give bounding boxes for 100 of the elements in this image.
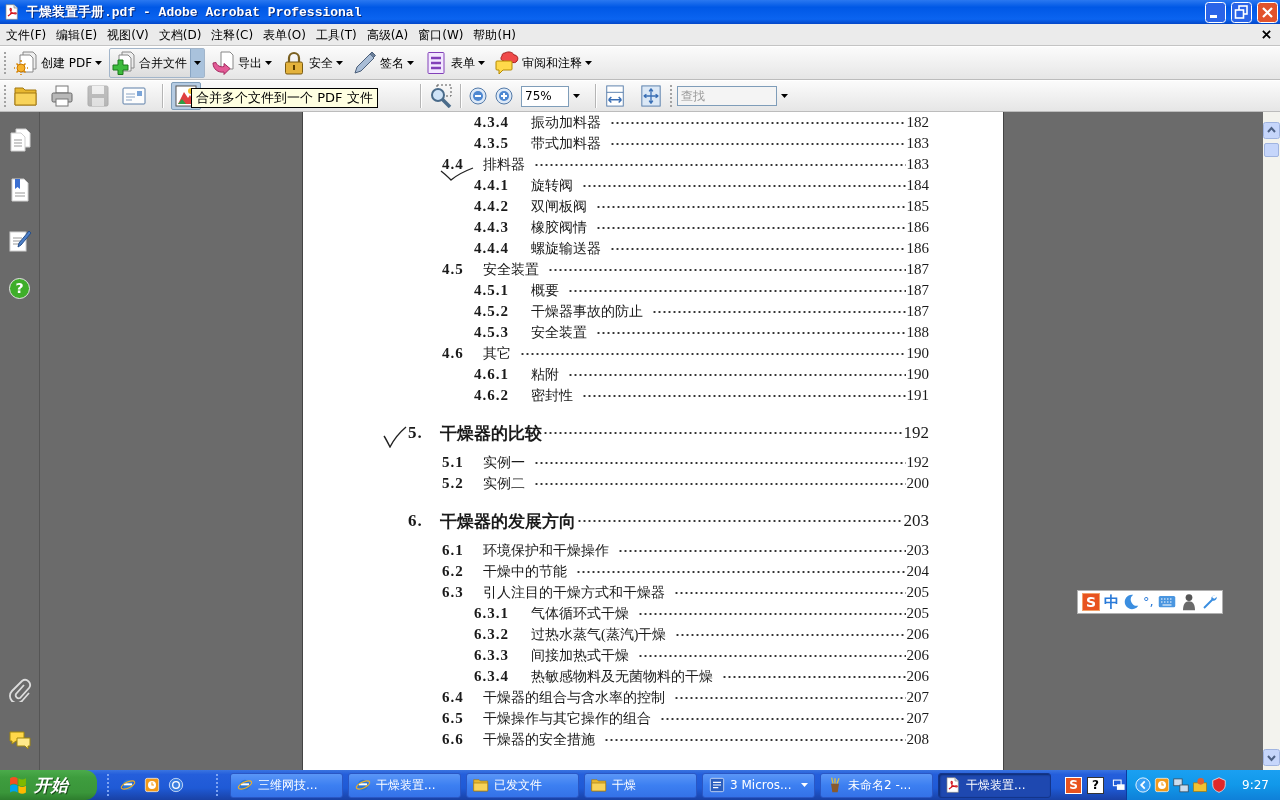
taskbar-button[interactable]: 已发文件	[466, 772, 579, 798]
page-number: 207	[906, 689, 929, 706]
page-number: 188	[906, 324, 929, 341]
section-number: 4.6.2	[474, 387, 510, 404]
menu-item[interactable]: 表单(O)	[258, 24, 311, 45]
envelope-icon	[122, 84, 146, 108]
clock: 9:27	[1242, 778, 1269, 792]
help-button[interactable]: ?	[1087, 776, 1104, 794]
vertical-scrollbar[interactable]	[1263, 112, 1280, 770]
caret-icon	[407, 61, 415, 65]
fit-width-icon[interactable]	[604, 85, 626, 107]
menu-item[interactable]: 注释(C)	[206, 24, 259, 45]
page-number: 206	[906, 668, 929, 685]
pdf-document-icon	[945, 777, 961, 793]
restore-icon[interactable]	[1231, 1, 1252, 23]
dropdown-arrow-icon[interactable]	[573, 94, 580, 98]
section-number: 6.3.2	[474, 626, 510, 643]
paperclip-icon[interactable]	[7, 678, 32, 702]
menu-item[interactable]: 工具(T)	[310, 24, 362, 45]
menu-item[interactable]: 文件(F)	[1, 24, 52, 45]
page-number: 203	[903, 511, 929, 531]
taskbar-button[interactable]: 未命名2 -...	[820, 772, 933, 798]
punctuation-button[interactable]: °,	[1143, 592, 1154, 612]
taskbar-button[interactable]: 3 Micros...	[702, 772, 815, 798]
dropdown-arrow-icon[interactable]	[781, 94, 788, 98]
input-method-button[interactable]: S	[1065, 776, 1082, 794]
scroll-down-icon[interactable]	[1263, 749, 1280, 766]
page-number: 187	[906, 303, 929, 320]
section-title: 双闸板阀	[531, 197, 587, 216]
page-number: 182	[906, 114, 929, 131]
page-number: 205	[906, 605, 929, 622]
scroll-up-icon[interactable]	[1263, 122, 1280, 139]
section-number: 4.3.4	[474, 114, 510, 131]
pages-icon[interactable]	[7, 128, 32, 152]
browser-icon[interactable]	[120, 777, 136, 793]
ring-icon[interactable]	[168, 777, 184, 793]
toolbar-button[interactable]: 创建 PDF	[11, 48, 107, 78]
clock-icon[interactable]	[1154, 777, 1170, 793]
moon-icon[interactable]	[1123, 594, 1139, 610]
shield-icon[interactable]	[1211, 777, 1227, 793]
zoom-field[interactable]: 75%	[521, 85, 569, 107]
section-title: 过热水蒸气(蒸汽)干燥	[531, 625, 667, 644]
user-folder-icon[interactable]	[1192, 777, 1208, 793]
toolbar-button[interactable]: 导出	[208, 48, 277, 78]
pen-document-icon[interactable]	[7, 228, 32, 252]
section-number: 6.2	[442, 563, 465, 580]
taskbar-button[interactable]: 三维网技...	[230, 772, 343, 798]
toolbar-button[interactable]: 审阅和注释	[492, 48, 597, 78]
scrollbar-thumb[interactable]	[1264, 143, 1279, 157]
page-number: 186	[906, 240, 929, 257]
menu-item[interactable]: 高级(A)	[361, 24, 414, 45]
section-title: 干燥器的安全措施	[483, 730, 595, 749]
section-number: 4.5.3	[474, 324, 510, 341]
folder-icon	[14, 84, 38, 108]
section-title: 安全装置	[531, 323, 587, 342]
taskbar-button[interactable]: 干燥装置...	[938, 772, 1051, 798]
menu-item[interactable]: 文档(D)	[153, 24, 207, 45]
chevron-icon[interactable]	[1135, 777, 1151, 793]
menu-item[interactable]: 窗口(W)	[413, 24, 469, 45]
section-number: 4.4.4	[474, 240, 510, 257]
zoom-in-icon[interactable]	[495, 87, 513, 105]
section-number: 6.4	[442, 689, 465, 706]
zoom-marquee-icon[interactable]	[429, 84, 453, 108]
windows-icon[interactable]	[1112, 778, 1126, 792]
wrench-icon[interactable]	[1201, 594, 1218, 610]
menu-item[interactable]: 帮助(H)	[468, 24, 521, 45]
menu-item[interactable]: 视图(V)	[102, 24, 154, 45]
menu-item[interactable]: 编辑(E)	[51, 24, 103, 45]
pen-icon	[353, 51, 378, 75]
window-title: 干燥装置手册.pdf - Adobe Acrobat Professional	[26, 4, 362, 21]
input-mode-button[interactable]: 中	[1104, 592, 1119, 612]
toolbar-button[interactable]: 安全	[279, 48, 348, 78]
section-title: 间接加热式干燥	[531, 646, 629, 665]
taskbar-button[interactable]: 干燥装置...	[348, 772, 461, 798]
start-button[interactable]: 开始	[0, 770, 97, 800]
zoom-out-icon[interactable]	[469, 87, 487, 105]
toolbar-button[interactable]: 合并文件	[109, 48, 206, 78]
input-method-logo[interactable]: S	[1082, 593, 1100, 611]
caret-icon	[95, 61, 103, 65]
document-icon	[709, 777, 725, 793]
toolbar-button[interactable]: 签名	[350, 48, 419, 78]
minimize-icon[interactable]	[1205, 1, 1226, 23]
page-number: 190	[906, 366, 929, 383]
section-number: 4.4.2	[474, 198, 510, 215]
section-number: 5.2	[442, 475, 465, 492]
search-field[interactable]: 查找	[677, 86, 777, 106]
toolbar-button[interactable]: 表单	[421, 48, 490, 78]
comment-bubbles-icon[interactable]	[7, 728, 32, 752]
clock-icon[interactable]	[144, 777, 160, 793]
fit-page-icon[interactable]	[640, 85, 662, 107]
network-icon[interactable]	[1173, 777, 1189, 793]
section-number: 5.	[408, 423, 424, 443]
section-title: 概要	[531, 281, 559, 300]
close-icon[interactable]	[1262, 30, 1271, 39]
taskbar-button[interactable]: 干燥	[584, 772, 697, 798]
caret-icon	[265, 61, 273, 65]
page-number: 187	[906, 282, 929, 299]
dropdown-toggle[interactable]	[190, 49, 205, 77]
page-number: 204	[906, 563, 929, 580]
section-number: 4.5.1	[474, 282, 510, 299]
